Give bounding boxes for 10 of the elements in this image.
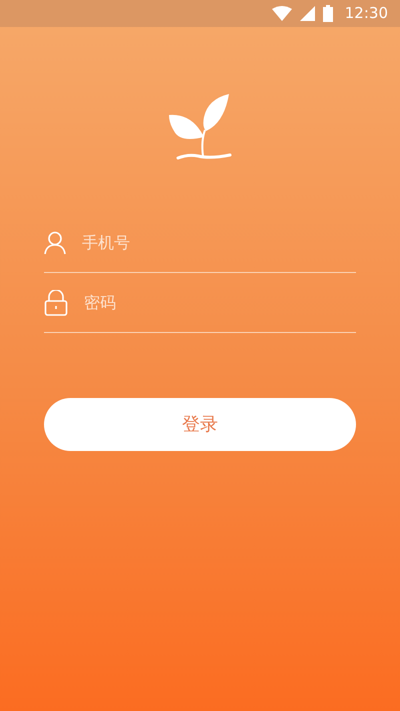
sprout-logo <box>168 93 232 161</box>
lock-icon <box>44 290 68 316</box>
input-field[interactable]: 密码 <box>84 290 356 314</box>
user-icon <box>44 230 66 254</box>
signal-icon <box>300 6 315 21</box>
wifi-icon <box>272 6 292 21</box>
status-time: 12:30 <box>344 3 388 24</box>
login-button[interactable]: 登录 <box>44 398 356 451</box>
input-field[interactable]: 手机号 <box>82 230 356 254</box>
battery-icon <box>322 5 333 22</box>
